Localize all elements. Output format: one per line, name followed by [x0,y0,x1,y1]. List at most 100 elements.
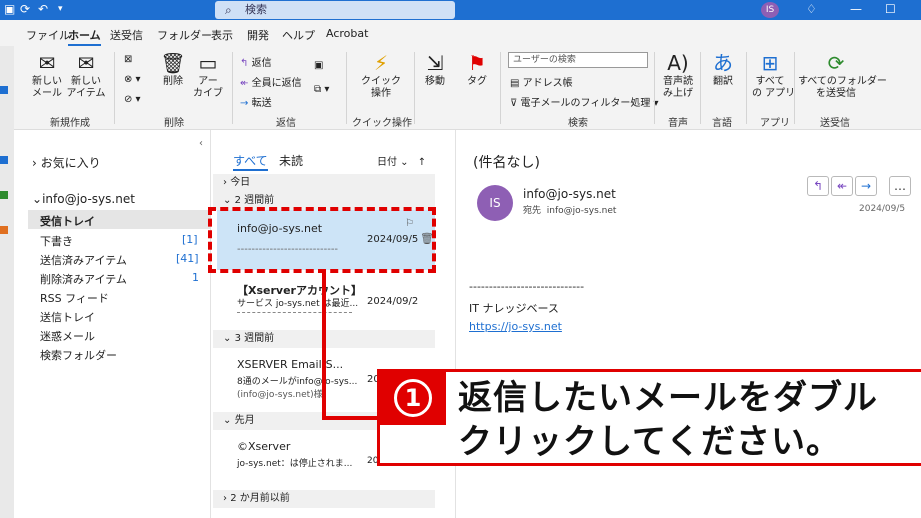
archive-icon: ▭ [198,51,218,75]
reply-icon[interactable]: ↰ [807,176,829,196]
menu-folder[interactable]: フォルダー [157,27,212,43]
mail-nav-icon[interactable] [0,86,8,94]
menu-home[interactable]: ホーム [68,27,101,46]
new-mail-button[interactable]: ✉ 新しい メール [30,52,64,100]
tab-unread[interactable]: 未読 [279,152,303,169]
undo-icon[interactable]: ↶ [38,2,48,16]
group-header-older[interactable]: › 2 か月前以前 [213,490,435,508]
sort-by-date-button[interactable]: 日付 ⌄ ↑ [377,153,426,168]
quick-steps-button[interactable]: ⚡ クイック 操作 [358,52,404,100]
ribbon-divider [654,52,655,124]
address-book-button[interactable]: ▤ アドレス帳 [510,74,573,89]
instruction-text: 返信したいメールをダブル クリックしてください。 [458,376,878,464]
callout-connector [322,416,379,420]
group-quick-label: クイック操作 [352,118,412,129]
chevron-down-icon: ⌄ [223,415,232,426]
meeting-icon[interactable]: ▣ [314,60,323,71]
outlook-window: ▣ ⟳ ↶ ▾ ⌕ 検索 IS ♢ — ☐ ファイル ホーム 送受信 フォルダー… [0,0,921,518]
read-aloud-button[interactable]: A) 音声読 み上げ [660,52,696,100]
message-date: 2024/09/2 [367,296,419,307]
deleted-count: 1 [192,271,199,284]
cleanup-icon[interactable]: ⊗ ▾ [124,74,141,85]
folder-deleted[interactable]: 削除済みアイテム [40,271,127,287]
highlight-box [208,207,436,273]
group-find-label: 検索 [568,118,588,129]
translate-icon: あ [713,51,733,75]
step-badge: 1 [380,372,446,425]
group-header-today[interactable]: › 今日 [213,174,435,192]
read-aloud-label: 音声読 み上げ [663,76,693,99]
address-book-label: アドレス帳 [522,78,573,89]
new-item-button[interactable]: ✉ 新しい アイテム [66,52,106,100]
folder-inbox[interactable]: 受信トレイ [40,213,95,229]
reply-button[interactable]: ↰ 返信 [240,54,272,69]
calendar-nav-icon[interactable] [0,156,8,164]
favorites-header[interactable]: › お気に入り [32,154,101,171]
list-item[interactable]: 【Xserverアカウント】 サービス jo-sys.net は最近... 20… [217,276,435,326]
maximize-icon[interactable]: ☐ [885,2,896,16]
flag-icon: ⚑ [468,51,486,75]
minimize-icon[interactable]: — [850,2,862,16]
sender-address[interactable]: info@jo-sys.net [523,187,616,201]
move-button[interactable]: ⇲ 移動 [420,52,450,88]
ignore-icon[interactable]: ⊠ [124,54,132,65]
folder-junk[interactable]: 迷惑メール [40,328,95,344]
menu-view[interactable]: 表示 [211,27,233,43]
tasks-nav-icon[interactable] [0,226,8,234]
delete-label: 削除 [163,76,183,87]
ribbon-divider [794,52,795,124]
reply-all-button[interactable]: ↞ 全員に返信 [240,74,302,89]
send-receive-all-button[interactable]: ⟳ すべてのフォルダー を送受信 [798,52,887,100]
menu-acrobat[interactable]: Acrobat [326,27,368,40]
chevron-right-icon: › [32,156,37,170]
account-avatar[interactable]: IS [761,2,779,18]
menu-developer[interactable]: 開発 [247,27,269,43]
translate-button[interactable]: あ 翻訳 [706,52,740,88]
folder-sent[interactable]: 送信済みアイテム [40,252,127,268]
instruction-line-2: クリックしてください。 [458,422,841,462]
all-apps-button[interactable]: ⊞ すべて の アプリ [752,51,795,100]
folder-pane: ‹ › お気に入り ⌄info@jo-sys.net 受信トレイ 下書き [1]… [14,130,210,518]
people-nav-icon[interactable] [0,191,8,199]
archive-button[interactable]: ▭ アー カイブ [192,52,224,100]
forward-icon[interactable]: → [855,176,877,196]
menu-help[interactable]: ヘルプ [282,27,315,43]
quick-access-dropdown-icon[interactable]: ▾ [58,4,63,14]
reply-all-icon[interactable]: ↞ [831,176,853,196]
chevron-right-icon: › [223,177,227,188]
collapse-pane-icon[interactable]: ‹ [199,138,203,149]
more-respond-icon[interactable]: ⧉ ▾ [314,84,329,95]
forward-button[interactable]: → 転送 [240,94,272,109]
folder-search-folders[interactable]: 検索フォルダー [40,347,117,363]
preview-divider [237,312,352,313]
menu-send-receive[interactable]: 送受信 [110,27,143,43]
move-label: 移動 [425,76,445,87]
tips-icon[interactable]: ♢ [806,2,817,16]
ribbon-divider [700,52,701,124]
delete-button[interactable]: 🗑 削除 [158,52,188,88]
message-subject: 8通のメールがinfo@jo-sys... [237,377,358,387]
junk-icon[interactable]: ⊘ ▾ [124,94,141,105]
tags-button[interactable]: ⚑ タグ [462,52,492,88]
send-receive-quick-icon[interactable]: ⟳ [20,2,30,16]
account-header[interactable]: ⌄info@jo-sys.net [32,192,135,206]
favorites-label: お気に入り [40,156,101,170]
body-link[interactable]: https://jo-sys.net [469,320,562,333]
lightning-icon: ⚡ [373,51,389,75]
search-users-input[interactable]: ユーザーの検索 [508,52,648,68]
folder-drafts[interactable]: 下書き [40,233,73,249]
sort-direction-icon: ↑ [417,157,427,168]
tab-all[interactable]: すべて [233,152,268,171]
search-box[interactable]: ⌕ 検索 [215,1,455,19]
folder-outbox[interactable]: 送信トレイ [40,309,95,325]
group-label: 先月 [234,415,255,426]
folder-rss[interactable]: RSS フィード [40,290,109,306]
to-address: info@jo-sys.net [546,206,617,216]
more-actions-icon[interactable]: … [889,176,911,196]
filter-label: 電子メールのフィルター処理 [520,98,651,109]
search-icon: ⌕ [225,3,232,17]
menu-file[interactable]: ファイル [26,27,70,43]
filter-mail-button[interactable]: ⊽ 電子メールのフィルター処理 ▾ [510,94,659,109]
apps-grid-icon: ⊞ [761,51,779,75]
step-number: 1 [394,379,432,417]
